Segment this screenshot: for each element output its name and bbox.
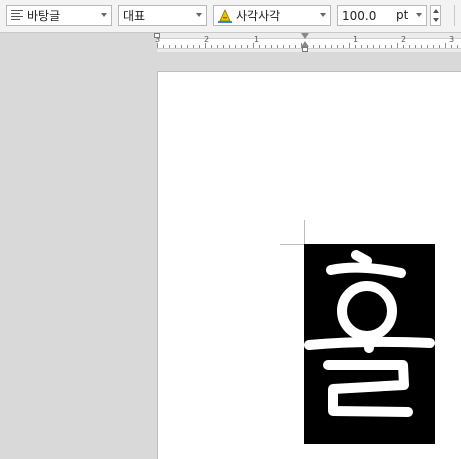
ruler-tick xyxy=(409,45,410,48)
ruler-tick xyxy=(403,45,404,48)
ruler-label: 1 xyxy=(254,35,260,44)
ruler-tick xyxy=(451,45,452,48)
ruler-tick xyxy=(283,45,284,48)
ruler-tick xyxy=(319,45,320,48)
ruler-tick xyxy=(343,45,344,48)
ruler-tick xyxy=(349,43,350,48)
spin-up-icon[interactable] xyxy=(433,9,439,13)
ruler-tick xyxy=(235,45,236,48)
corner-guide-horizontal xyxy=(280,244,304,245)
chevron-down-icon[interactable] xyxy=(196,13,202,17)
ruler-label: 3 xyxy=(449,35,455,44)
ruler-tick xyxy=(313,45,314,48)
ruler-tick xyxy=(445,43,446,48)
ruler-tick xyxy=(295,45,296,48)
font-combo[interactable]: 사각사각 xyxy=(213,5,331,26)
toolbar-separator xyxy=(454,5,455,26)
paragraph-style-icon xyxy=(11,10,23,21)
selected-character-box[interactable]: 홀 xyxy=(304,244,435,444)
left-margin-marker[interactable] xyxy=(154,33,160,38)
ruler-tick xyxy=(271,45,272,48)
ruler-tick xyxy=(391,45,392,48)
indent-handle[interactable] xyxy=(302,47,308,52)
ruler-tick xyxy=(379,45,380,48)
ruler-tick xyxy=(265,45,266,48)
ruler-tick xyxy=(373,45,374,48)
ruler-tick xyxy=(355,45,356,48)
ruler-tick xyxy=(277,45,278,48)
formatting-toolbar: 바탕글 대표 사각사각 100.0 pt xyxy=(0,0,461,33)
language-combo-value: 대표 xyxy=(123,9,146,23)
style-combo[interactable]: 바탕글 xyxy=(6,5,112,26)
hangul-character-glyph: 홀 xyxy=(304,250,435,417)
font-size-unit: pt xyxy=(396,8,409,22)
ruler-label: 1 xyxy=(353,35,359,44)
ruler-tick xyxy=(181,45,182,48)
ruler-tick xyxy=(331,45,332,48)
ruler-tick xyxy=(175,45,176,48)
ruler-tick xyxy=(337,45,338,48)
corner-guide-vertical xyxy=(304,220,305,244)
ruler-tick xyxy=(433,45,434,48)
first-line-indent-marker[interactable] xyxy=(301,33,309,39)
style-combo-value: 바탕글 xyxy=(27,9,61,23)
ruler-tick xyxy=(427,45,428,48)
ruler-tick xyxy=(259,45,260,48)
ruler-tick xyxy=(217,45,218,48)
ruler-tick xyxy=(289,45,290,48)
font-type-icon xyxy=(218,8,232,23)
spin-down-icon[interactable] xyxy=(433,18,439,22)
font-size-spinner[interactable] xyxy=(430,5,441,26)
ruler-tick xyxy=(361,45,362,48)
ruler-tick xyxy=(229,45,230,48)
ruler-tick xyxy=(223,45,224,48)
chevron-down-icon[interactable] xyxy=(320,13,326,17)
ruler-label: 2 xyxy=(401,35,407,44)
ruler-tick xyxy=(199,45,200,48)
ruler-tick xyxy=(421,45,422,48)
ruler-tick xyxy=(457,45,458,48)
ruler-tick xyxy=(397,43,398,48)
font-combo-value: 사각사각 xyxy=(236,9,281,23)
ruler-tick xyxy=(439,45,440,48)
ruler-label: 2 xyxy=(204,35,210,44)
ruler-tick xyxy=(211,45,212,48)
ruler-tick xyxy=(325,45,326,48)
font-size-combo[interactable]: 100.0 pt xyxy=(337,5,427,26)
language-combo[interactable]: 대표 xyxy=(118,5,207,26)
ruler-tick xyxy=(163,45,164,48)
ruler-tick xyxy=(385,45,386,48)
chevron-down-icon[interactable] xyxy=(101,13,107,17)
ruler-tick xyxy=(415,45,416,48)
ruler-tick xyxy=(247,45,248,48)
ruler-tick xyxy=(169,45,170,48)
ruler-tick xyxy=(187,45,188,48)
ruler-tick xyxy=(241,45,242,48)
chevron-down-icon[interactable] xyxy=(416,13,422,17)
horizontal-ruler[interactable]: 3 2 1 1 2 3 xyxy=(154,33,461,52)
font-size-value[interactable]: 100.0 xyxy=(338,9,376,23)
ruler-tick xyxy=(193,45,194,48)
ruler-tick xyxy=(367,45,368,48)
